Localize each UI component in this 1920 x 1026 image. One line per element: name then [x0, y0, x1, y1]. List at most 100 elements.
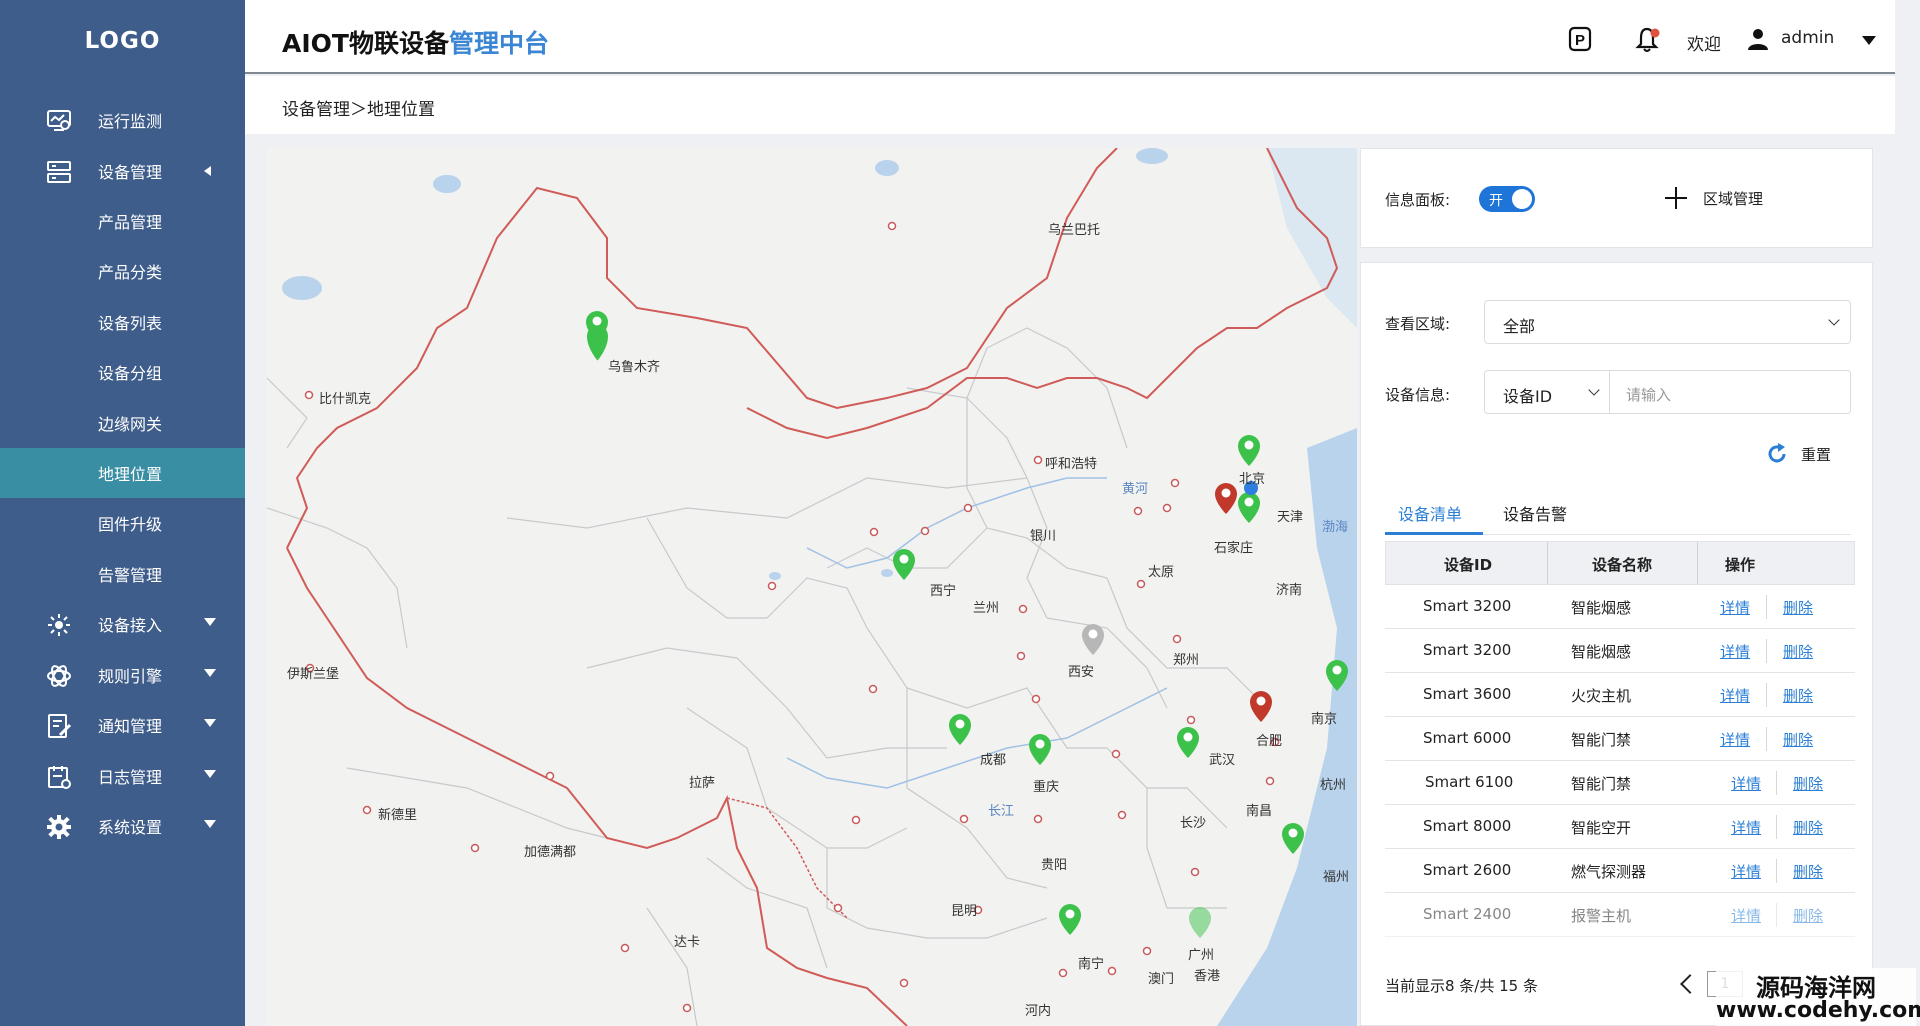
watermark: 源码海洋网 www.codehy.com	[1716, 968, 1920, 1026]
map-city-label: 北京	[1239, 472, 1266, 487]
map-city-label: 石家庄	[1214, 541, 1254, 556]
map-city-label: 银川	[1030, 529, 1057, 544]
sidebar-item-geo-location[interactable]: 地理位置	[0, 448, 245, 498]
op-divider	[1766, 683, 1767, 707]
delete-link[interactable]: 删除	[1793, 861, 1823, 882]
device-search-input[interactable]: 请输入	[1610, 370, 1851, 414]
view-region-label: 查看区域:	[1385, 315, 1451, 333]
view-region-select[interactable]: 全部	[1484, 300, 1851, 344]
map-city-label: 南宁	[1078, 957, 1105, 972]
sidebar-item-label: 规则引擎	[98, 667, 163, 686]
detail-link[interactable]: 详情	[1720, 685, 1750, 706]
user-icon[interactable]	[1747, 28, 1769, 50]
table-row: Smart 6100 智能门禁 详情 删除	[1385, 761, 1855, 805]
delete-link[interactable]: 删除	[1783, 729, 1813, 750]
tab-device-alarm[interactable]: 设备告警	[1503, 501, 1567, 525]
map-city-label: 贵阳	[1041, 858, 1068, 873]
delete-link[interactable]: 删除	[1793, 773, 1823, 794]
info-panel-header: 信息面板: 开 区域管理	[1360, 148, 1873, 248]
cell-device-name: 智能烟感	[1571, 599, 1632, 617]
cell-device-name: 智能烟感	[1571, 643, 1632, 661]
info-panel-toggle[interactable]: 开	[1479, 186, 1535, 212]
info-panel-label: 信息面板:	[1385, 191, 1451, 209]
sidebar-item-notice-mgmt[interactable]: 通知管理	[0, 700, 245, 750]
chevron-left-icon[interactable]	[1680, 974, 1700, 994]
sidebar-item-label: 设备列表	[98, 314, 163, 333]
sidebar-item-rule-engine[interactable]: 规则引擎	[0, 650, 245, 700]
table-row: Smart 8000 智能空开 详情 删除	[1385, 805, 1855, 849]
gear-icon	[47, 815, 71, 839]
toggle-text: 开	[1489, 193, 1503, 209]
user-name[interactable]: admin	[1781, 28, 1834, 48]
delete-link[interactable]: 删除	[1793, 905, 1823, 926]
server-icon	[47, 161, 71, 183]
map-city-label: 昆明	[951, 904, 978, 919]
tab-device-list[interactable]: 设备清单	[1398, 501, 1462, 525]
sidebar-item-edge-gateway[interactable]: 边缘网关	[0, 398, 245, 448]
delete-link[interactable]: 删除	[1783, 641, 1813, 662]
reset-button[interactable]: 重置	[1761, 437, 1851, 471]
region-management-button[interactable]: 区域管理	[1661, 181, 1799, 217]
op-divider	[1776, 771, 1777, 795]
detail-link[interactable]: 详情	[1731, 905, 1761, 926]
sidebar-item-device-group[interactable]: 设备分组	[0, 347, 245, 397]
cell-device-name: 报警主机	[1571, 907, 1632, 925]
parking-icon[interactable]: P	[1568, 26, 1592, 52]
detail-link[interactable]: 详情	[1731, 817, 1761, 838]
cell-device-id: Smart 3600	[1423, 685, 1512, 703]
map-city-label: 香港	[1194, 969, 1221, 984]
sidebar-item-product-mgmt[interactable]: 产品管理	[0, 196, 245, 246]
cell-device-id: Smart 2600	[1423, 861, 1512, 879]
sidebar-item-firmware-upgrade[interactable]: 固件升级	[0, 498, 245, 548]
delete-link[interactable]: 删除	[1793, 817, 1823, 838]
caret-down-icon	[204, 719, 216, 727]
delete-link[interactable]: 删除	[1783, 685, 1813, 706]
sidebar-item-monitor[interactable]: 运行监测	[0, 95, 245, 145]
sidebar: LOGO 运行监测 设备管理 产品管理 产品分类 设备列表 设备分组 边缘网关 …	[0, 0, 245, 1026]
reset-label: 重置	[1801, 446, 1832, 464]
caret-down-icon	[204, 770, 216, 778]
refresh-icon	[1768, 443, 1786, 463]
column-divider	[1697, 542, 1698, 584]
caret-down-icon	[204, 820, 216, 828]
detail-link[interactable]: 详情	[1720, 729, 1750, 750]
sidebar-item-label: 地理位置	[98, 465, 163, 484]
map-city-label: 兰州	[973, 601, 1000, 616]
detail-link[interactable]: 详情	[1720, 597, 1750, 618]
sidebar-item-log-mgmt[interactable]: 日志管理	[0, 751, 245, 801]
map-city-label: 澳门	[1148, 972, 1175, 987]
detail-link[interactable]: 详情	[1731, 773, 1761, 794]
toggle-knob	[1512, 189, 1532, 209]
table-row: Smart 6000 智能门禁 详情 删除	[1385, 717, 1855, 761]
sidebar-item-label: 设备接入	[98, 616, 163, 635]
sidebar-item-device-list[interactable]: 设备列表	[0, 297, 245, 347]
map-view[interactable]: 乌鲁木齐 乌兰巴托 比什凯克 呼和浩特 北京 天津 石家庄 太原 银川 西宁 兰…	[267, 148, 1357, 1026]
sidebar-item-product-category[interactable]: 产品分类	[0, 246, 245, 296]
bell-icon[interactable]	[1635, 26, 1663, 54]
sidebar-item-device-access[interactable]: 设备接入	[0, 599, 245, 649]
map-city-label: 杭州	[1320, 778, 1347, 793]
app-title-accent: 管理中台	[448, 29, 549, 58]
sidebar-item-system-settings[interactable]: 系统设置	[0, 801, 245, 851]
plus-icon	[1665, 187, 1687, 209]
sidebar-item-device-mgmt[interactable]: 设备管理	[0, 146, 245, 196]
detail-link[interactable]: 详情	[1720, 641, 1750, 662]
sidebar-item-alarm-mgmt[interactable]: 告警管理	[0, 549, 245, 599]
cell-device-name: 智能门禁	[1571, 775, 1632, 793]
map-city-label: 郑州	[1173, 653, 1200, 668]
table-row: Smart 3600 火灾主机 详情 删除	[1385, 673, 1855, 717]
delete-link[interactable]: 删除	[1783, 597, 1813, 618]
user-dropdown-caret-icon[interactable]	[1862, 36, 1876, 45]
detail-link[interactable]: 详情	[1731, 861, 1761, 882]
sidebar-item-label: 产品管理	[98, 213, 163, 232]
device-field-select[interactable]: 设备ID	[1484, 370, 1610, 414]
cell-device-id: Smart 2400	[1423, 905, 1512, 923]
column-header: 操作	[1725, 556, 1756, 574]
sun-network-icon	[48, 614, 70, 636]
op-divider	[1776, 903, 1777, 927]
sidebar-item-label: 固件升级	[98, 515, 163, 534]
logo: LOGO	[84, 28, 161, 54]
app-title: AIOT物联设备管理中台	[282, 24, 549, 60]
map-city-label: 乌兰巴托	[1048, 223, 1101, 238]
cell-device-name: 智能门禁	[1571, 731, 1632, 749]
